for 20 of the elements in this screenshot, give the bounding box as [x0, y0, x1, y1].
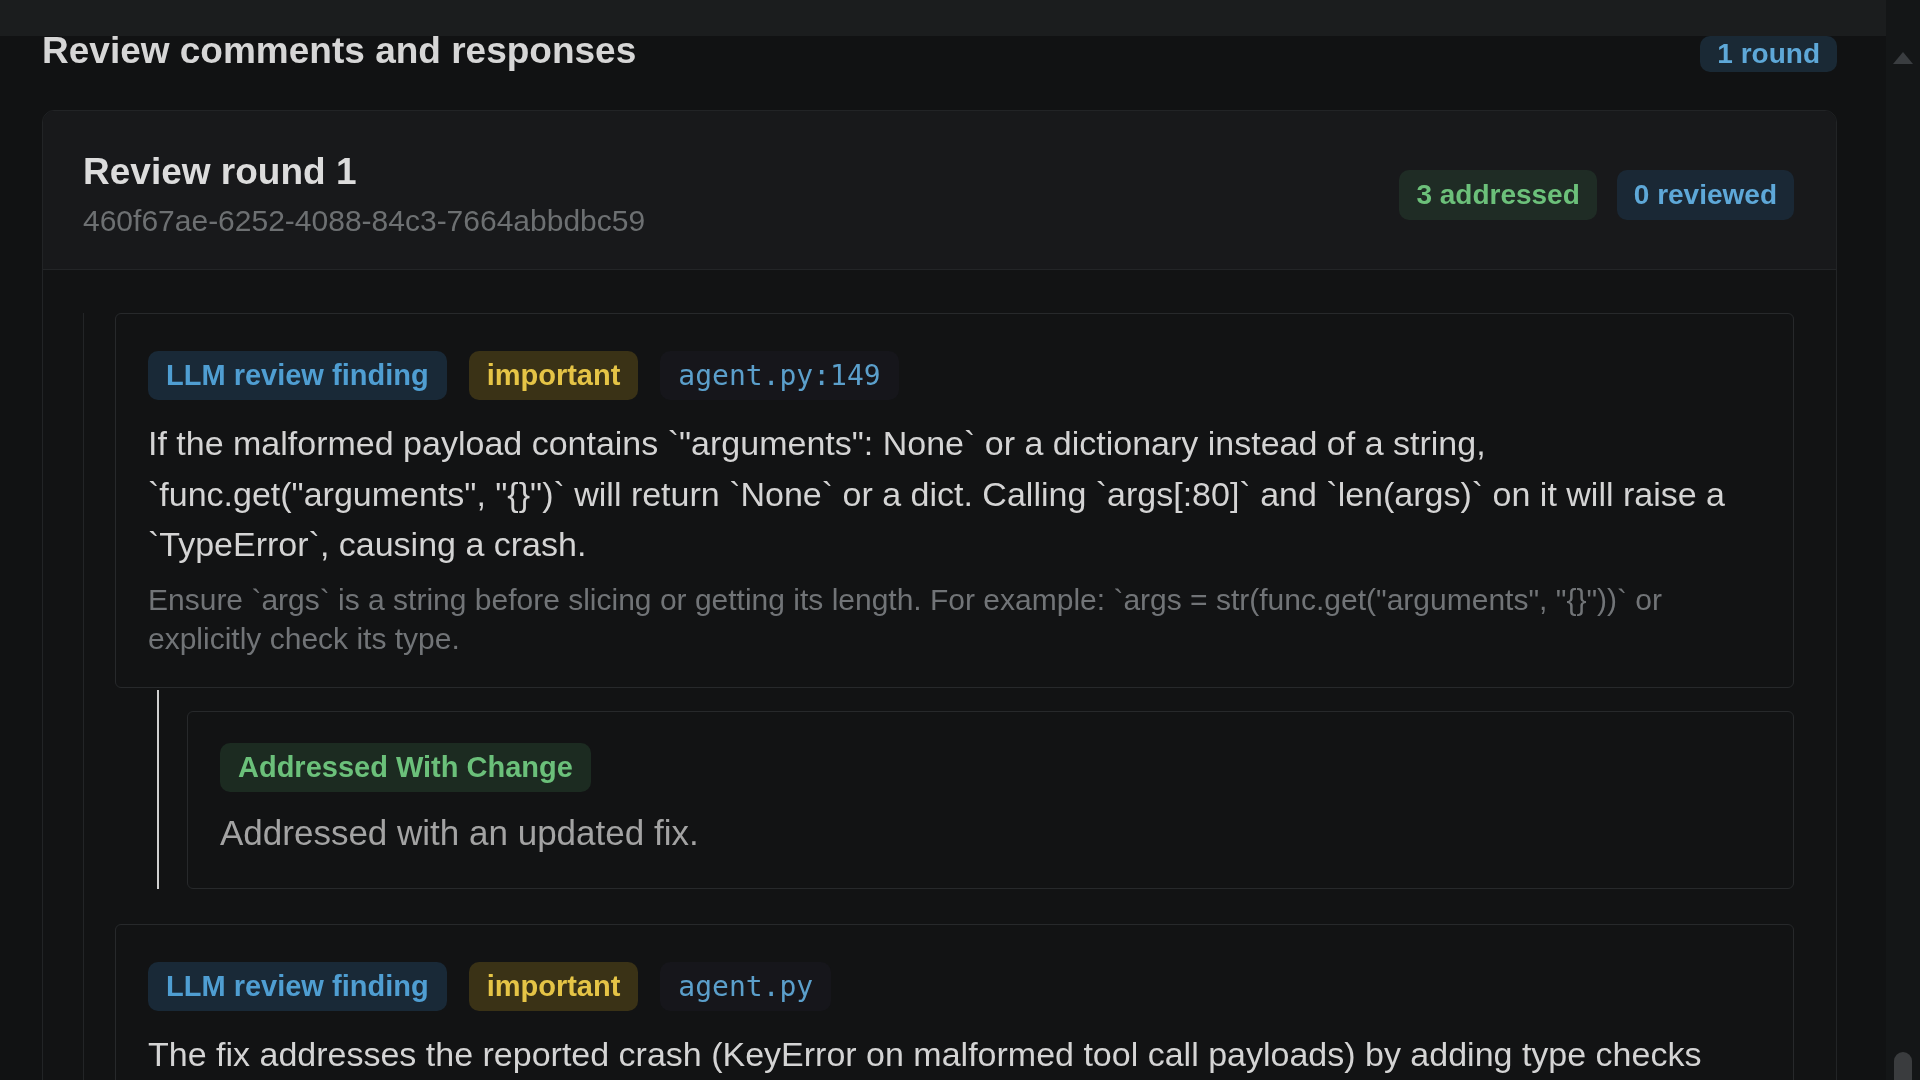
section-title: Review comments and responses	[42, 29, 637, 73]
scrollbar[interactable]	[1886, 0, 1920, 1080]
finding-text: If the malformed payload contains `"arguments": None` or a dictionary instead of a string, `func.get("arguments", "{}")` will return `None` or a dict. Calling `args[:80]` and `len(args)` on it will raise a `TypeError`, causing a crash.	[148, 423, 1726, 565]
file-location-tag: agent.py	[660, 961, 832, 1011]
response-text: Addressed with an updated fix.	[220, 811, 700, 854]
round-title: Review round 1	[83, 151, 358, 193]
reviewed-count-badge: 0 reviewed	[1616, 170, 1794, 220]
round-count-badge: 1 round	[1700, 36, 1837, 72]
severity-tag: important	[468, 351, 639, 400]
suggestion-text: Ensure `args` is a string before slicing or getting its length. For example: `args = str(func.get("arguments", "{}"))` or explicitly check its type.	[148, 581, 1664, 657]
addressed-count-badge: 3 addressed	[1399, 170, 1597, 220]
round-id: 460f67ae-6252-4088-84c3-7664abbdbc59	[83, 203, 646, 239]
finding-text: The fix addresses the reported crash (KeyError on malformed tool call payloads) by adding type checks	[148, 1033, 1703, 1075]
file-location-tag: agent.py:149	[660, 351, 899, 400]
source-tag: LLM review finding	[148, 351, 447, 400]
source-tag: LLM review finding	[148, 961, 447, 1011]
response-status-badge: Addressed With Change	[220, 742, 591, 792]
scroll-up-arrow-icon[interactable]	[1893, 52, 1913, 64]
severity-tag: important	[468, 961, 639, 1011]
scrollbar-thumb[interactable]	[1894, 1052, 1912, 1080]
